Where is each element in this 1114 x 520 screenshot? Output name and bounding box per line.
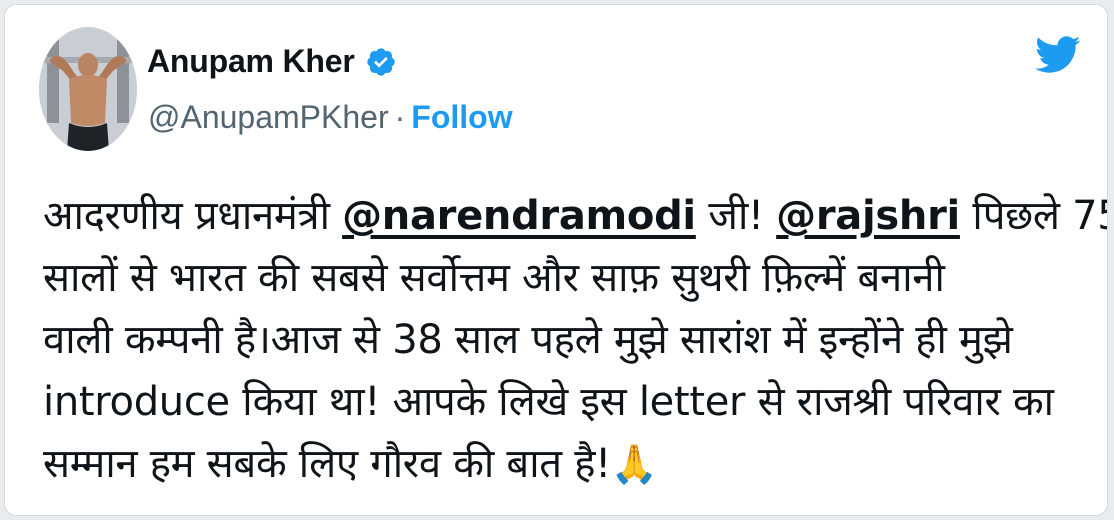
author-name-row: Anupam Kher <box>147 43 397 80</box>
mention-rajshri[interactable]: @rajshri <box>776 193 960 239</box>
tweet-text: आदरणीय प्रधानमंत्री @narendramodi जी! @r… <box>43 185 1107 495</box>
author-handle-row: @AnupamPKher · Follow <box>148 99 513 136</box>
tweet-line-1-mid: जी! <box>695 193 777 239</box>
verified-badge-icon <box>365 46 397 78</box>
tweet-line-3: वाली कम्पनी है।आज से 38 साल पहले मुझे सा… <box>43 317 1013 363</box>
follow-button[interactable]: Follow <box>411 99 512 136</box>
author-name[interactable]: Anupam Kher <box>147 43 355 80</box>
twitter-bird-icon[interactable] <box>1035 35 1081 75</box>
tweet-card: Anupam Kher @AnupamPKher · Follow आदरणीय… <box>4 4 1108 516</box>
folded-hands-icon: 🙏 <box>610 442 658 486</box>
tweet-line-1-pre: आदरणीय प्रधानमंत्री <box>43 193 343 239</box>
tweet-line-1: आदरणीय प्रधानमंत्री @narendramodi जी! @r… <box>43 185 1107 247</box>
author-handle[interactable]: @AnupamPKher <box>148 99 389 136</box>
separator-dot: · <box>394 99 406 135</box>
tweet-line-5-text: सम्मान हम सबके लिए गौरव की बात है! <box>43 441 611 487</box>
avatar[interactable] <box>39 27 137 151</box>
mention-narendramodi[interactable]: @narendramodi <box>342 193 696 239</box>
tweet-line-4: introduce किया था! आपके लिखे इस letter स… <box>43 379 1054 425</box>
tweet-line-2: सालों से भारत की सबसे सर्वोत्तम और साफ़ … <box>43 255 945 301</box>
avatar-photo <box>39 27 137 151</box>
tweet-line-5: सम्मान हम सबके लिए गौरव की बात है!🙏 <box>43 433 1083 495</box>
tweet-line-1-post: पिछले 75 <box>959 193 1108 239</box>
